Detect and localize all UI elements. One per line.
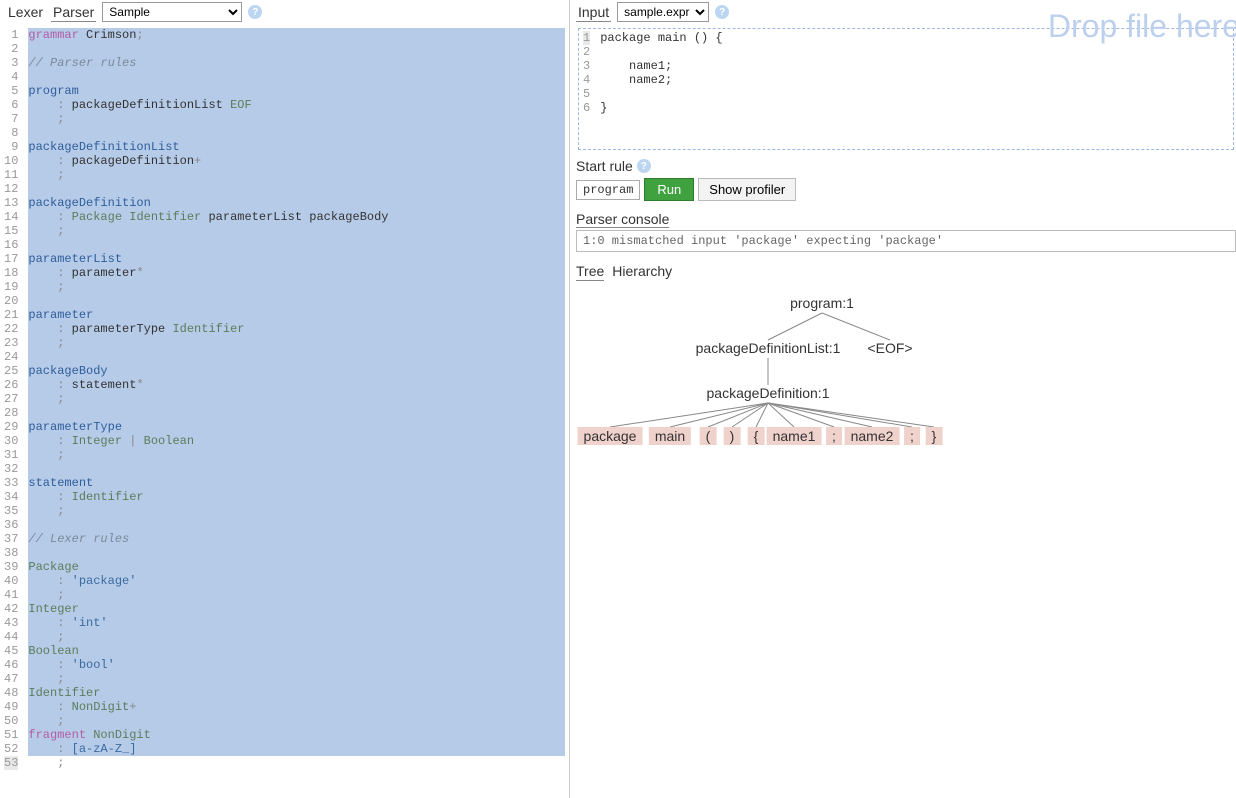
help-icon[interactable]: ? xyxy=(715,5,729,19)
input-editor[interactable]: 123456 package main () { name1; name2; } xyxy=(579,29,1233,149)
tree-node[interactable]: packageDefinition:1 xyxy=(707,385,830,401)
parse-tree[interactable]: program:1 packageDefinitionList:1 <EOF> pac… xyxy=(576,285,1236,645)
tree-node[interactable]: program:1 xyxy=(790,295,854,311)
tree-leaf[interactable]: ( xyxy=(700,427,717,445)
grammar-editor[interactable]: 1234567891011121314151617181920212223242… xyxy=(0,26,569,798)
show-profiler-button[interactable]: Show profiler xyxy=(698,178,796,201)
run-button[interactable]: Run xyxy=(644,178,694,201)
help-icon[interactable]: ? xyxy=(248,5,262,19)
parser-console-label: Parser console xyxy=(576,211,669,228)
tree-leaf[interactable]: ; xyxy=(904,427,920,445)
start-rule-value[interactable]: program xyxy=(576,180,640,200)
tree-leaf[interactable]: name1 xyxy=(767,427,822,445)
tree-node[interactable]: packageDefinitionList:1 xyxy=(696,340,841,356)
tree-leaf[interactable]: { xyxy=(748,427,765,445)
tree-leaf[interactable]: name2 xyxy=(845,427,900,445)
help-icon[interactable]: ? xyxy=(637,159,651,173)
start-rule-label: Start rule xyxy=(576,158,633,174)
grammar-select[interactable]: Sample xyxy=(102,2,242,22)
tab-tree[interactable]: Tree xyxy=(576,262,604,281)
input-select[interactable]: sample.expr xyxy=(617,2,709,22)
tree-leaf[interactable]: package xyxy=(578,427,643,445)
tree-leaf[interactable]: ) xyxy=(724,427,741,445)
parser-console: 1:0 mismatched input 'package' expecting… xyxy=(576,230,1236,252)
tab-parser[interactable]: Parser xyxy=(51,3,96,22)
tree-leaf[interactable]: ; xyxy=(826,427,842,445)
tab-lexer[interactable]: Lexer xyxy=(6,3,45,21)
tree-leaf[interactable]: main xyxy=(649,427,691,445)
input-label: Input xyxy=(576,3,611,22)
tab-hierarchy[interactable]: Hierarchy xyxy=(612,262,672,281)
tree-leaf[interactable]: } xyxy=(926,427,943,445)
tree-node[interactable]: <EOF> xyxy=(867,340,912,356)
